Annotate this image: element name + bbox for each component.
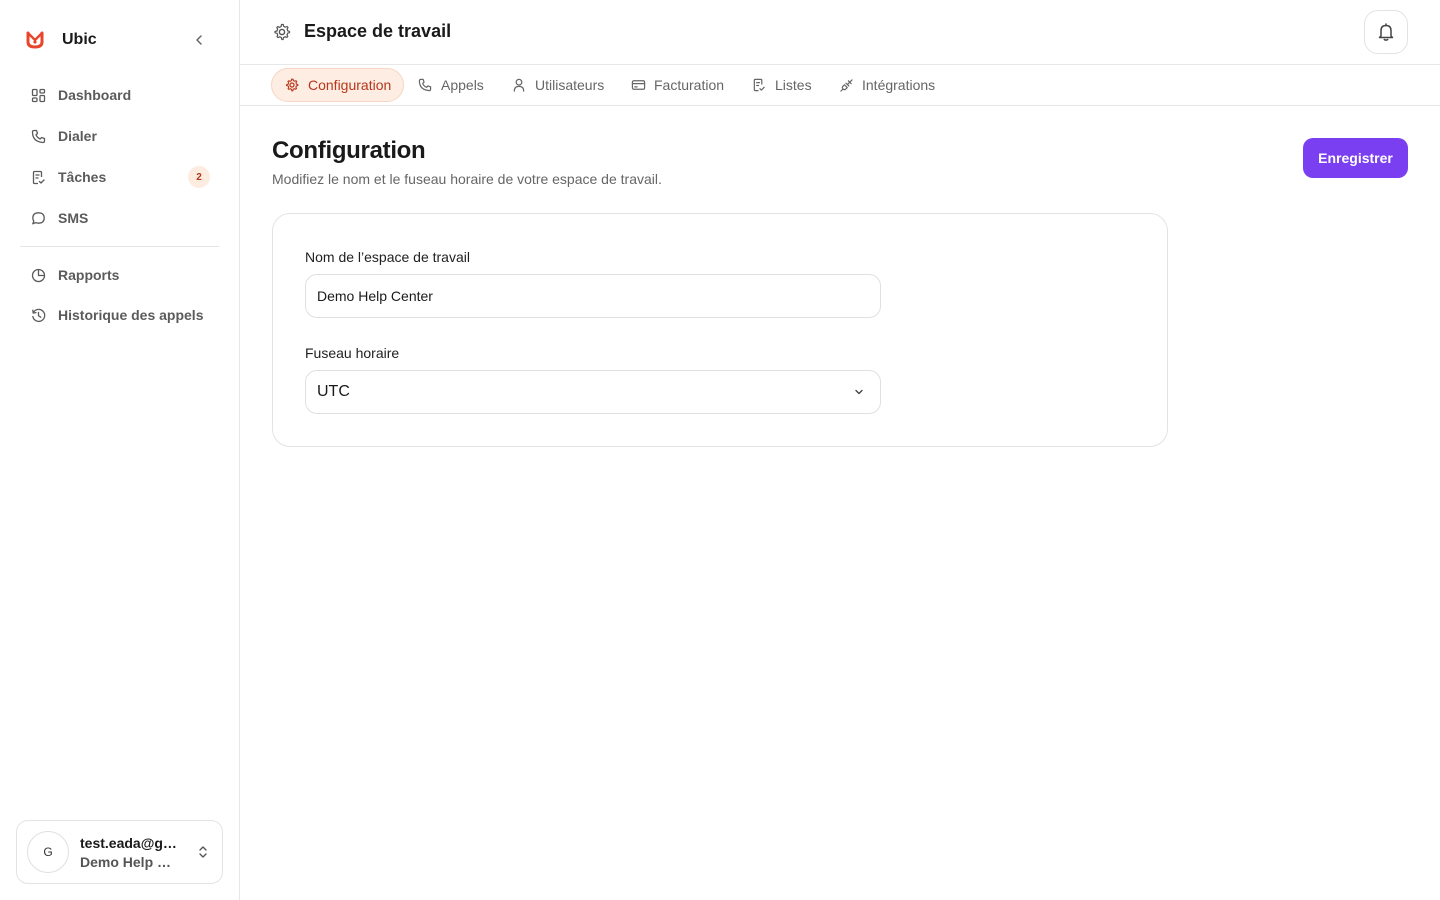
- brand-name: Ubic: [62, 31, 97, 48]
- user-icon: [511, 77, 527, 93]
- tab-configuration[interactable]: Configuration: [271, 68, 405, 102]
- ubic-logo-icon: [24, 29, 46, 51]
- timezone-select[interactable]: UTC: [305, 370, 881, 414]
- sidebar-item-label: Historique des appels: [58, 307, 204, 323]
- sidebar-item-label: Tâches: [58, 169, 107, 185]
- page-header: Espace de travail: [240, 0, 1440, 65]
- workspace-settings-card: Nom de l’espace de travail Fuseau horair…: [272, 213, 1168, 447]
- tab-appels[interactable]: Appels: [405, 68, 496, 102]
- sidebar-item-dialer[interactable]: Dialer: [20, 118, 220, 154]
- brand[interactable]: Ubic: [24, 28, 97, 52]
- gear-icon: [284, 77, 300, 93]
- settings-tabs: Configuration Appels Utilisateurs Factur…: [240, 65, 1440, 106]
- tab-label: Appels: [441, 77, 484, 93]
- workspace-name-input[interactable]: [305, 274, 881, 318]
- pie-chart-icon: [30, 267, 46, 283]
- tab-utilisateurs[interactable]: Utilisateurs: [499, 68, 616, 102]
- sidebar: Ubic Dashboard Dialer Tâches 2 SMS Rappo…: [0, 0, 240, 900]
- sidebar-divider: [20, 246, 219, 247]
- timezone-value: UTC: [317, 383, 350, 400]
- tab-label: Utilisateurs: [535, 77, 605, 93]
- workspace-name-label: Nom de l’espace de travail: [305, 249, 470, 265]
- task-icon: [30, 169, 46, 185]
- sidebar-item-dashboard[interactable]: Dashboard: [20, 77, 220, 113]
- sidebar-item-label: Dashboard: [58, 87, 132, 103]
- phone-icon: [30, 128, 46, 144]
- tab-label: Configuration: [308, 77, 392, 93]
- tab-facturation[interactable]: Facturation: [618, 68, 736, 102]
- plug-icon: [838, 77, 854, 93]
- sidebar-item-historique[interactable]: Historique des appels: [20, 297, 220, 333]
- tab-label: Listes: [775, 77, 812, 93]
- sidebar-item-sms[interactable]: SMS: [20, 200, 220, 236]
- sidebar-item-label: Rapports: [58, 267, 120, 283]
- phone-icon: [417, 77, 433, 93]
- timezone-label: Fuseau horaire: [305, 345, 400, 361]
- header-title: Espace de travail: [304, 21, 452, 41]
- history-icon: [30, 307, 46, 323]
- sidebar-nav-secondary: Rapports Historique des appels: [20, 257, 220, 333]
- avatar: G: [27, 831, 69, 873]
- tab-label: Facturation: [654, 77, 725, 93]
- tab-listes[interactable]: Listes: [739, 68, 824, 102]
- tab-integrations[interactable]: Intégrations: [826, 68, 947, 102]
- user-email: test.eada@g…: [80, 834, 177, 851]
- user-info: test.eada@g… Demo Help …: [80, 835, 180, 870]
- sidebar-item-label: SMS: [58, 210, 89, 226]
- collapse-sidebar-button[interactable]: [188, 29, 210, 51]
- page-title: Configuration: [272, 137, 426, 164]
- notifications-button[interactable]: [1364, 10, 1408, 54]
- grid-icon: [30, 87, 46, 103]
- message-icon: [30, 210, 46, 226]
- list-icon: [751, 77, 767, 93]
- page-subtitle: Modifiez le nom et le fuseau horaire de …: [272, 171, 662, 187]
- chevron-left-icon: [196, 35, 202, 45]
- chevron-down-icon: [852, 385, 866, 399]
- task-count-badge: 2: [188, 166, 210, 188]
- user-menu[interactable]: G test.eada@g… Demo Help …: [16, 820, 223, 884]
- user-workspace: Demo Help …: [80, 853, 172, 870]
- sidebar-item-label: Dialer: [58, 128, 97, 144]
- bell-icon: [1378, 23, 1394, 41]
- save-button[interactable]: Enregistrer: [1303, 138, 1408, 178]
- tab-label: Intégrations: [862, 77, 936, 93]
- credit-card-icon: [630, 77, 646, 93]
- gear-icon: [272, 22, 292, 42]
- sidebar-nav: Dashboard Dialer Tâches 2 SMS: [20, 77, 220, 236]
- sidebar-item-rapports[interactable]: Rapports: [20, 257, 220, 293]
- chevron-up-down-icon: [196, 843, 210, 861]
- sidebar-item-taches[interactable]: Tâches 2: [20, 159, 220, 195]
